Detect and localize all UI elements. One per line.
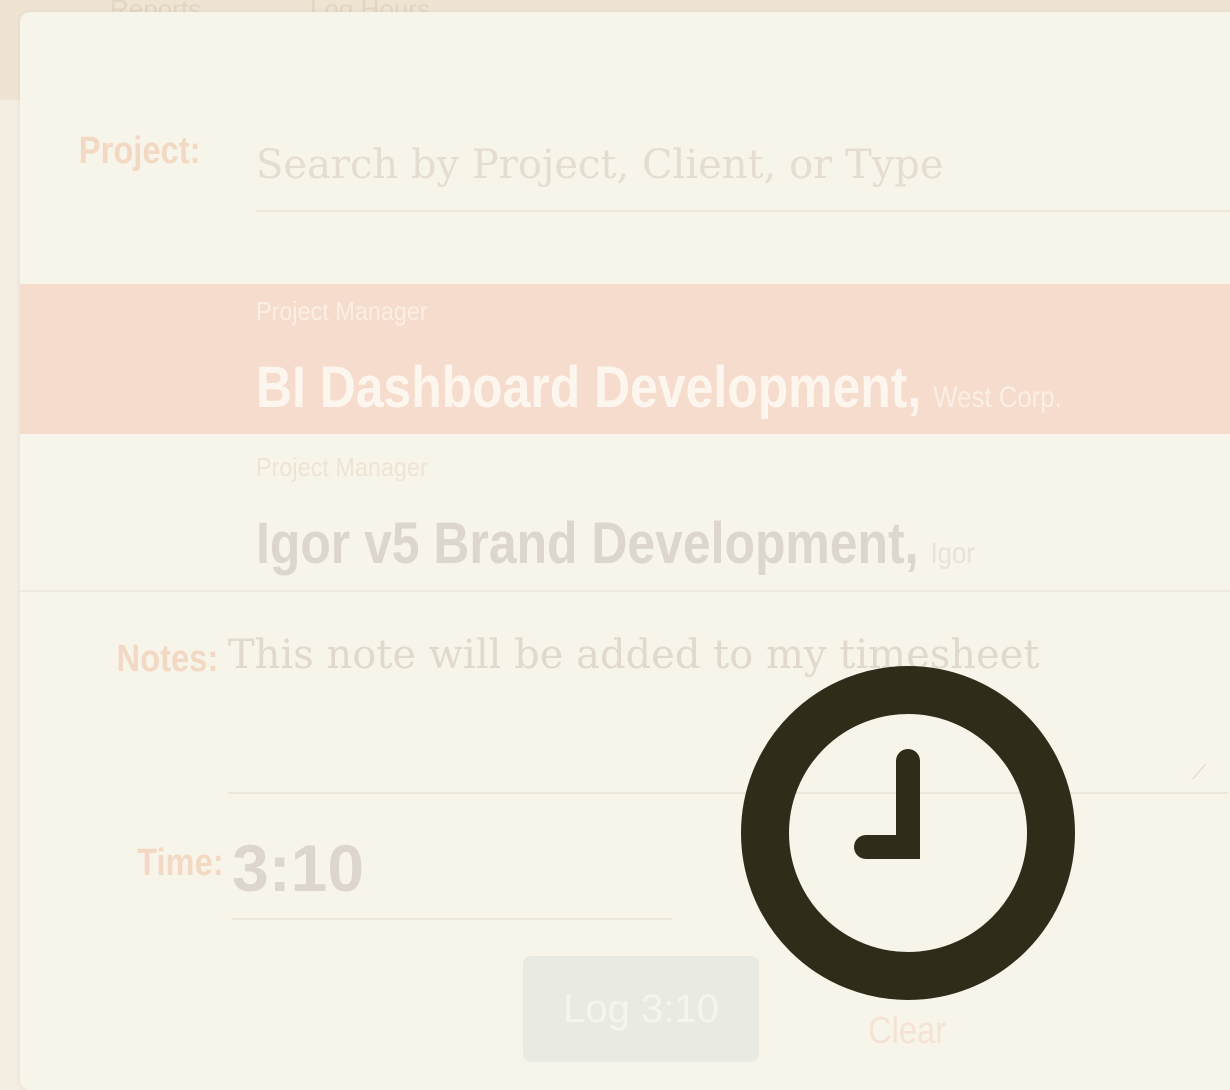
result-client-name: West Corp. bbox=[933, 381, 1062, 414]
result-project-title: Igor v5 Brand Development, bbox=[256, 511, 919, 576]
background-sidebar bbox=[0, 100, 20, 1090]
resize-grip-icon[interactable]: ⟋ bbox=[1192, 762, 1214, 784]
result-role: Project Manager bbox=[256, 296, 428, 326]
result-project-name: Igor v5 Brand Development, Igor bbox=[256, 510, 975, 577]
time-input[interactable] bbox=[232, 818, 672, 920]
log-time-button[interactable]: Log 3:10 bbox=[523, 956, 759, 1062]
project-result-item[interactable]: Project Manager BI Dashboard Development… bbox=[20, 284, 1230, 434]
project-label: Project: bbox=[78, 130, 200, 172]
project-result-item[interactable]: Project Manager Igor v5 Brand Developmen… bbox=[20, 440, 1230, 592]
result-role: Project Manager bbox=[256, 452, 428, 482]
clear-link[interactable]: Clear bbox=[868, 1010, 946, 1053]
notes-label: Notes: bbox=[116, 638, 218, 680]
time-label: Time: bbox=[137, 842, 224, 884]
result-project-title: BI Dashboard Development, bbox=[256, 355, 922, 420]
result-project-name: BI Dashboard Development, West Corp. bbox=[256, 354, 1062, 421]
clock-hands bbox=[854, 749, 920, 859]
clock-icon bbox=[741, 666, 1075, 1000]
project-search-input[interactable] bbox=[256, 120, 1230, 212]
result-client-name: Igor bbox=[930, 537, 975, 570]
notes-textarea[interactable] bbox=[228, 632, 1228, 794]
